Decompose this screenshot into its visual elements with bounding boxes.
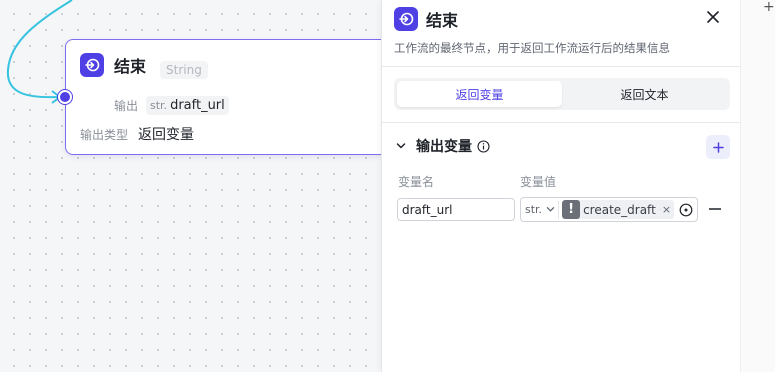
column-header-value: 变量值 [520,175,557,189]
workflow-canvas[interactable]: 结束 String 输出 str. draft_url 输出类型 返回变量 [0,0,381,372]
close-icon[interactable]: × [662,203,671,216]
divider [558,200,560,219]
output-variable-tag: str. draft_url [146,96,229,115]
panel-title: 结束 [426,11,459,30]
chevron-down-icon [546,205,555,214]
reference-text: create_draft · ( [583,202,661,217]
end-node[interactable]: 结束 String 输出 str. draft_url 输出类型 返回变量 [58,39,381,155]
tab-return-variable[interactable]: 返回变量 [397,81,562,107]
chevron-down-icon[interactable] [396,141,406,151]
variable-value-field[interactable]: str. ! create_draft · ( × [520,197,698,222]
plus-icon[interactable]: + [763,0,775,14]
remove-variable-button[interactable] [709,202,721,216]
output-type-label: 输出类型 [80,127,129,142]
target-icon[interactable] [679,203,693,217]
input-port[interactable] [58,90,72,104]
divider [382,122,741,123]
node-output-row: 输出 str. draft_url [80,96,229,115]
node-title: 结束 [114,57,147,76]
output-label: 输出 [113,99,138,113]
column-header-name: 变量名 [398,175,435,189]
output-variables-header[interactable]: 输出变量 [396,136,490,156]
node-config-panel: 结束 工作流的最终节点，用于返回工作流运行后的结果信息 返回变量 返回文本 输出… [381,0,741,372]
minus-icon [709,208,721,210]
right-toolbar [740,0,775,372]
variable-type-select[interactable]: str. [525,203,555,216]
variable-reference-chip[interactable]: ! create_draft · ( × [562,200,675,219]
node-output-type-row: 输出类型 返回变量 [80,124,194,144]
close-icon[interactable] [704,8,722,26]
output-mode-tabs: 返回变量 返回文本 [394,78,730,110]
plus-icon [712,141,724,153]
add-variable-button[interactable] [706,135,730,159]
end-node-icon [394,7,418,31]
divider [382,66,741,67]
output-type-value: 返回变量 [138,127,195,143]
panel-description: 工作流的最终节点，用于返回工作流运行后的结果信息 [394,41,670,55]
variable-type: str. [150,99,168,112]
node-type-hint: String [160,61,208,79]
exclamation-icon: ! [562,200,581,219]
tab-return-text[interactable]: 返回文本 [562,81,727,107]
info-icon[interactable] [477,139,490,153]
variable-name: draft_url [170,98,225,113]
variable-type-value: str. [525,203,543,216]
section-title: 输出变量 [416,139,472,155]
end-node-icon [80,53,104,77]
variable-name-input[interactable] [397,198,515,221]
